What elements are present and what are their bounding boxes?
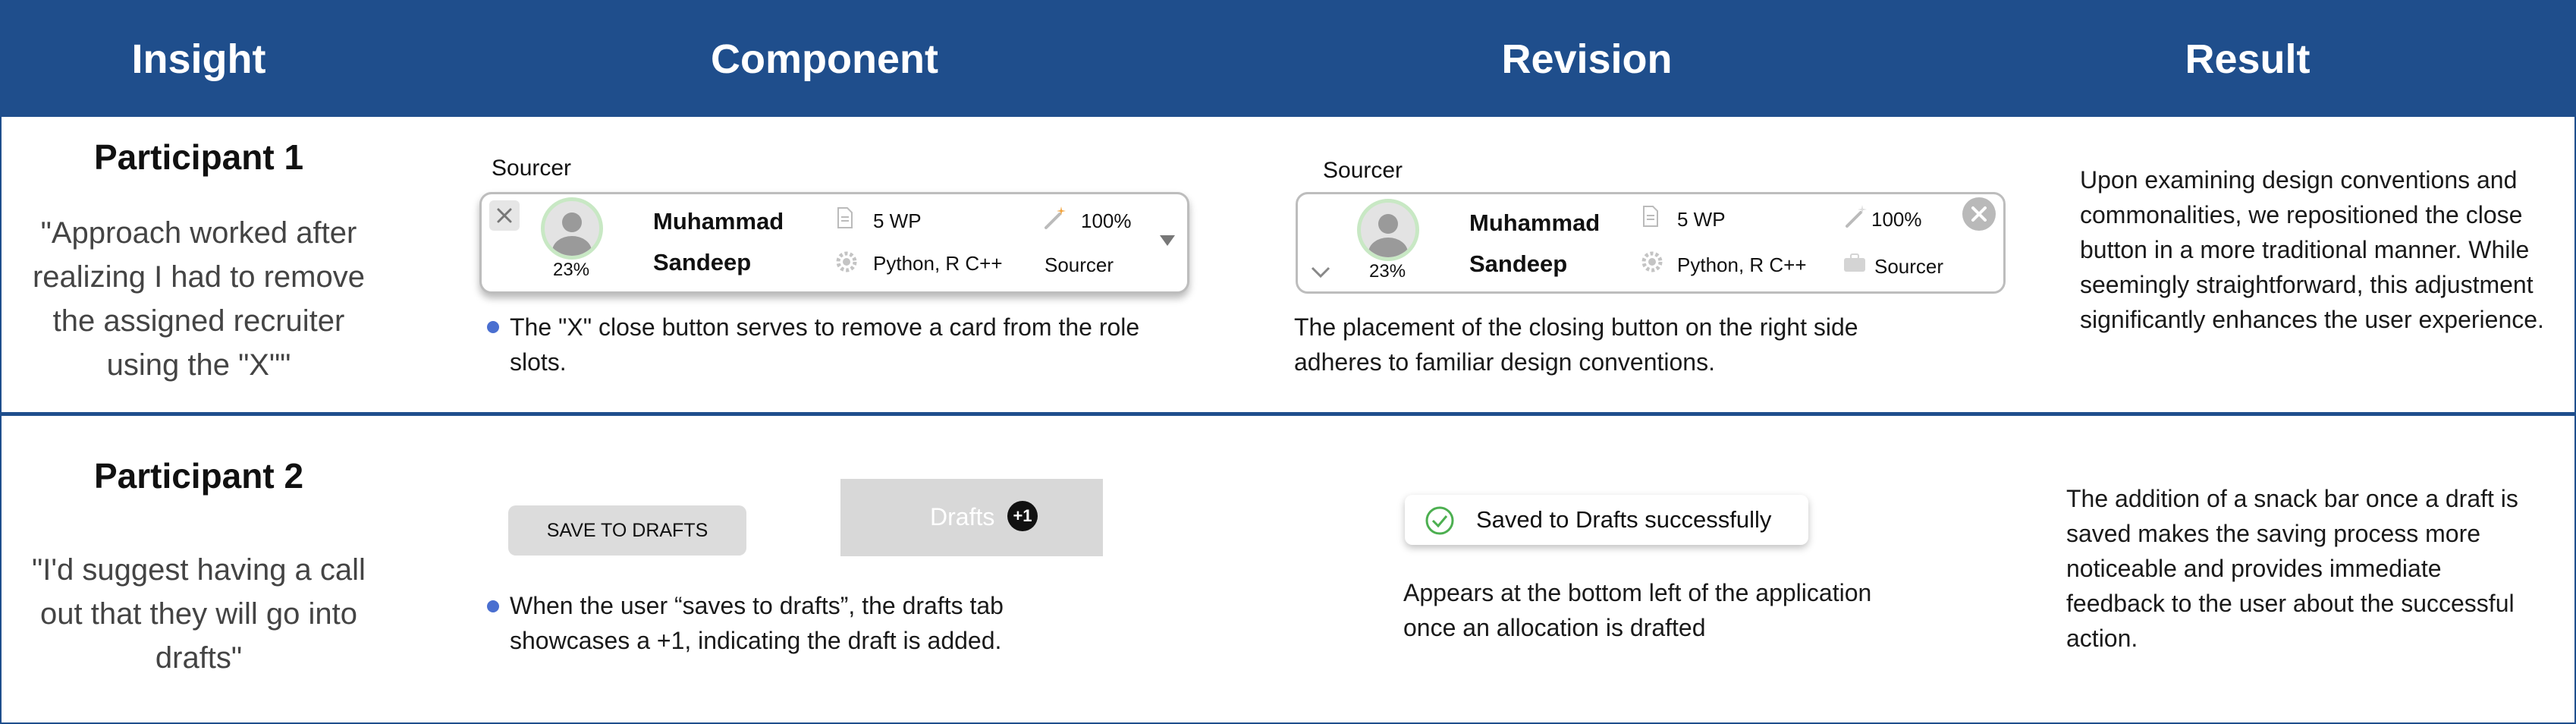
magic-wand-icon [1045,206,1066,229]
component-note-1: The "X" close button serves to remove a … [510,313,1140,376]
work-packages: 5 WP [873,209,922,232]
participant-1-title: Participant 1 [93,137,304,177]
result-1: Upon examining design conventions and co… [2080,166,2544,333]
header-insight: Insight [131,36,266,82]
avatar [1357,199,1419,261]
row-divider [2,412,2574,416]
chevron-down-icon[interactable] [1310,266,1331,279]
header-revision: Revision [1501,36,1673,82]
role-value: Sourcer [1045,253,1114,276]
availability-percent: 23% [1369,261,1406,282]
document-icon [837,207,853,228]
availability-percent: 23% [553,260,590,280]
close-icon [1971,206,1987,222]
saved-snackbar: Saved to Drafts successfully [1405,495,1808,545]
close-icon [497,208,512,223]
recruiter-last-name: Sandeep [653,249,752,275]
participant-2-title: Participant 2 [93,456,304,496]
magic-wand-icon [1846,205,1867,228]
revision-recruiter-card: 23% Muhammad Sandeep 5 WP Python, R C++ … [1296,192,2006,294]
save-to-drafts-button[interactable]: SAVE TO DRAFTS [508,505,746,556]
result-2: The addition of a snack bar once a draft… [2066,485,2518,652]
table-header: Insight Component Revision Result [2,2,2574,117]
revision-note-1: The placement of the closing button on t… [1294,313,1858,376]
recruiter-last-name: Sandeep [1469,250,1568,277]
revision-note-2: Appears at the bottom left of the applic… [1403,579,1872,641]
check-circle-icon [1425,506,1454,535]
component-recruiter-card: 23% Muhammad Sandeep 5 WP Python, R C++ … [479,192,1189,294]
recruiter-first-name: Muhammad [1469,209,1601,236]
gear-icon [1641,251,1663,272]
person-icon [552,212,592,256]
revision-role-label: Sourcer [1323,158,1403,183]
drafts-tab-label: Drafts [930,503,995,530]
participant-2-quote: "I'd suggest having a call out that they… [32,553,366,675]
close-button[interactable] [489,200,520,231]
header-result: Result [2185,36,2311,82]
component-note-2: When the user “saves to drafts”, the dra… [510,592,1004,654]
insight-table: Insight Component Revision Result Partic… [0,0,2576,724]
skills: Python, R C++ [1677,253,1807,276]
header-component: Component [711,36,938,82]
close-button[interactable] [1962,197,1996,231]
match-percent: 100% [1081,209,1132,232]
note-bullet [487,321,499,333]
drafts-count-badge: +1 [1007,501,1038,531]
participant-1-quote: "Approach worked after realizing I had t… [32,216,365,382]
briefcase-icon [1844,253,1865,272]
snackbar-message: Saved to Drafts successfully [1476,506,1772,533]
person-icon [1368,214,1408,257]
drafts-tab[interactable]: Drafts +1 [840,479,1103,556]
component-role-label: Sourcer [492,156,572,181]
document-icon [1643,206,1658,227]
gear-icon [836,251,857,272]
skills: Python, R C++ [873,252,1003,275]
role-value: Sourcer [1874,255,1944,278]
match-percent: 100% [1871,208,1922,231]
avatar [541,197,603,260]
work-packages: 5 WP [1677,208,1726,231]
recruiter-first-name: Muhammad [653,208,784,235]
note-bullet [487,600,499,612]
caret-down-icon[interactable] [1158,234,1176,247]
